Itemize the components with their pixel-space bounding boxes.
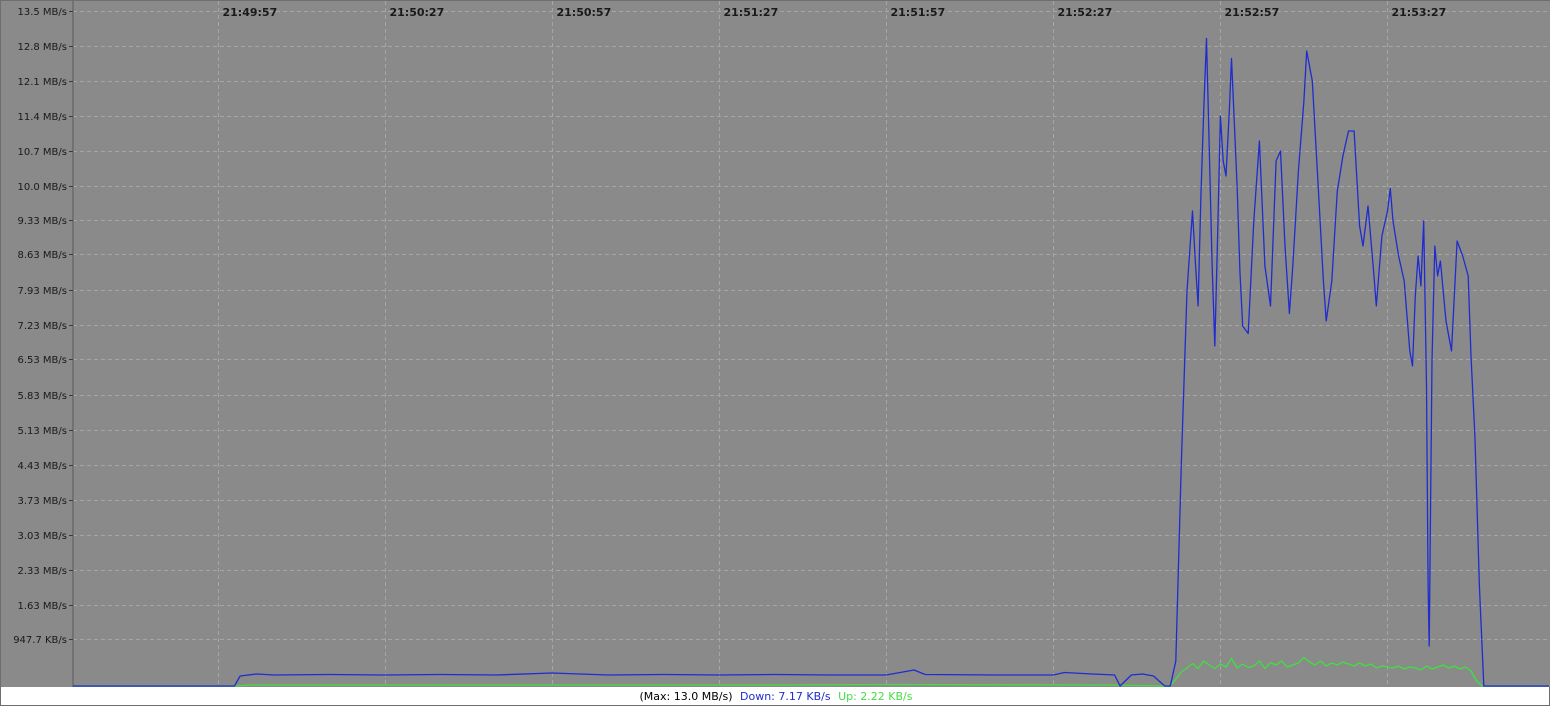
x-tick-label: 21:50:27 [390,6,445,19]
y-tick-label: 9.33 MB/s [17,216,67,227]
down-speed-label: Down: 7.17 KB/s [740,690,831,703]
x-tick-label: 21:49:57 [223,6,278,19]
y-tick-label: 1.63 MB/s [17,601,67,612]
graph-plot: 13.5 MB/s 12.8 MB/s 12.1 MB/s 11.4 MB/s 10.7… [1,1,1550,687]
y-tick-label: 7.23 MB/s [17,321,67,332]
y-tick-label: 12.1 MB/s [17,77,67,88]
x-tick-label: 21:50:57 [557,6,612,19]
x-tick-label: 21:52:27 [1058,6,1113,19]
x-tick-label: 21:51:27 [724,6,779,19]
status-bar: (Max: 13.0 MB/s) Down: 7.17 KB/s Up: 2.2… [1,687,1550,707]
y-tick-label: 3.73 MB/s [17,496,67,507]
y-tick-label: 12.8 MB/s [17,42,67,53]
y-tick-label: 7.93 MB/s [17,286,67,297]
y-tick-label: 4.43 MB/s [17,461,67,472]
y-tick-label: 5.83 MB/s [17,391,67,402]
y-tick-label: 11.4 MB/s [17,112,67,123]
y-tick-label: 6.53 MB/s [17,355,67,366]
x-tick-label: 21:51:57 [891,6,946,19]
y-tick-label: 10.0 MB/s [17,182,67,193]
y-tick-label: 947.7 KB/s [13,635,67,646]
speed-graph: 13.5 MB/s 12.8 MB/s 12.1 MB/s 11.4 MB/s 10.7… [0,0,1550,706]
y-tick-label: 8.63 MB/s [17,250,67,261]
up-speed-label: Up: 2.22 KB/s [838,690,912,703]
plot-background [1,1,1550,687]
y-tick-label: 5.13 MB/s [17,426,67,437]
y-tick-label: 10.7 MB/s [17,147,67,158]
x-tick-label: 21:53:27 [1392,6,1447,19]
y-tick-label: 2.33 MB/s [17,566,67,577]
max-speed-label: (Max: 13.0 MB/s) [640,690,733,703]
x-tick-label: 21:52:57 [1225,6,1280,19]
y-tick-label: 3.03 MB/s [17,531,67,542]
y-tick-label: 13.5 MB/s [17,7,67,18]
